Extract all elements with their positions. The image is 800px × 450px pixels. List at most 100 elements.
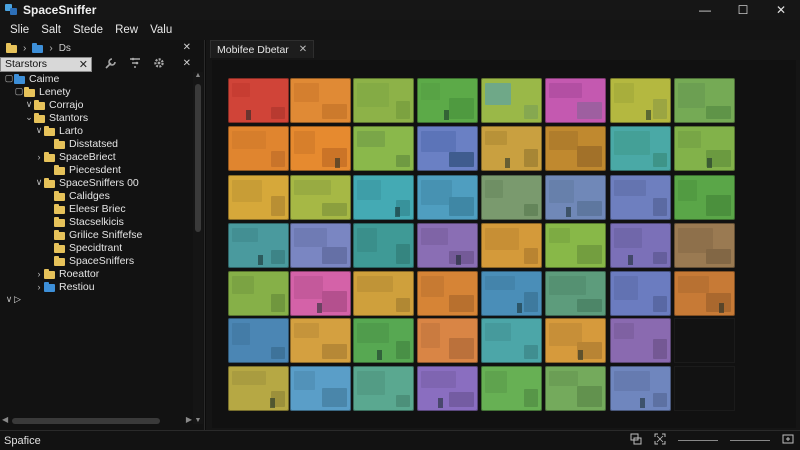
treemap-tile[interactable]	[417, 223, 478, 268]
treemap-subtile[interactable]	[444, 110, 449, 120]
treemap-tile[interactable]	[417, 366, 478, 411]
treemap-subtile[interactable]	[232, 323, 250, 345]
treemap-subtile[interactable]	[246, 110, 251, 120]
expand-toggle-icon[interactable]: ∨	[24, 99, 34, 110]
treemap-subtile[interactable]	[322, 104, 347, 119]
drive-icon[interactable]	[32, 43, 44, 53]
treemap-subtile[interactable]	[524, 389, 538, 407]
treemap-canvas[interactable]	[212, 60, 796, 428]
treemap-tile[interactable]	[674, 78, 735, 123]
maximize-button[interactable]: ☐	[724, 0, 762, 20]
treemap-subtile[interactable]	[357, 276, 393, 292]
treemap-subtile[interactable]	[549, 83, 582, 98]
treemap-tile[interactable]	[545, 223, 606, 268]
treemap-subtile[interactable]	[517, 303, 522, 313]
treemap-tile[interactable]	[290, 126, 351, 171]
treemap-tile[interactable]	[353, 366, 414, 411]
treemap-subtile[interactable]	[421, 180, 452, 205]
resize-icon[interactable]	[782, 433, 794, 448]
treemap-subtile[interactable]	[294, 323, 319, 338]
tree-item[interactable]: Specidtrant	[0, 241, 192, 254]
treemap-subtile[interactable]	[549, 180, 574, 203]
treemap-subtile[interactable]	[485, 371, 507, 393]
treemap-tile[interactable]	[228, 366, 289, 411]
treemap-tile[interactable]	[353, 175, 414, 220]
treemap-subtile[interactable]	[357, 83, 389, 107]
treemap-subtile[interactable]	[549, 228, 570, 243]
treemap-tile[interactable]	[353, 271, 414, 316]
treemap-subtile[interactable]	[421, 228, 448, 245]
expand-toggle-icon[interactable]: ▢	[4, 73, 14, 84]
treemap-subtile[interactable]	[485, 276, 515, 290]
treemap-subtile[interactable]	[524, 204, 538, 216]
tree-item[interactable]: › Restiou	[0, 280, 192, 293]
scroll-left-icon[interactable]: ◀	[2, 415, 8, 424]
treemap-tile[interactable]	[290, 223, 351, 268]
menu-item-rew[interactable]: Rew	[109, 24, 144, 36]
treemap-subtile[interactable]	[335, 158, 340, 168]
treemap-tile[interactable]	[481, 366, 542, 411]
treemap-subtile[interactable]	[421, 323, 440, 348]
treemap-subtile[interactable]	[678, 276, 709, 293]
tree-item[interactable]: ▢ Caime	[0, 72, 192, 85]
scroll-thumb[interactable]	[195, 84, 201, 232]
treemap-subtile[interactable]	[653, 99, 667, 119]
treemap-subtile[interactable]	[357, 228, 377, 252]
panel-close-icon[interactable]: ✕	[183, 42, 191, 53]
tree-vertical-scrollbar[interactable]: ▲ ▼	[193, 72, 203, 424]
treemap-subtile[interactable]	[294, 228, 327, 247]
menu-item-valu[interactable]: Valu	[144, 24, 178, 36]
treemap-subtile[interactable]	[357, 131, 385, 147]
treemap-subtile[interactable]	[614, 276, 638, 300]
tree-item[interactable]: Grilice Sniffefse	[0, 228, 192, 241]
treemap-subtile[interactable]	[524, 248, 538, 264]
treemap-tile[interactable]	[481, 271, 542, 316]
treemap-subtile[interactable]	[322, 247, 347, 264]
tab-view[interactable]: Mobifee Dbetar ✕	[210, 40, 315, 58]
tree-item[interactable]: ⌄ Stantors	[0, 111, 192, 124]
treemap-tile[interactable]	[674, 271, 735, 316]
tree-item[interactable]: Calidges	[0, 189, 192, 202]
treemap-tile[interactable]	[610, 318, 671, 363]
treemap-subtile[interactable]	[614, 131, 650, 155]
treemap-subtile[interactable]	[485, 131, 507, 145]
minimize-button[interactable]: —	[686, 0, 724, 20]
treemap-tile[interactable]	[481, 78, 542, 123]
treemap-tile[interactable]	[353, 78, 414, 123]
treemap-subtile[interactable]	[232, 371, 266, 385]
menu-item-stede[interactable]: Stede	[67, 24, 109, 36]
expand-toggle-icon[interactable]: ⌄	[24, 112, 34, 123]
treemap-subtile[interactable]	[449, 338, 474, 359]
treemap-subtile[interactable]	[614, 228, 642, 248]
treemap-subtile[interactable]	[577, 299, 602, 312]
tree-item[interactable]: Disstatsed	[0, 137, 192, 150]
treemap-subtile[interactable]	[322, 388, 347, 407]
tree-item[interactable]: › SpaceBriect	[0, 150, 192, 163]
expand-toggle-icon[interactable]: ›	[34, 269, 44, 279]
treemap-subtile[interactable]	[653, 252, 667, 264]
treemap-subtile[interactable]	[577, 245, 602, 264]
treemap-subtile[interactable]	[396, 155, 410, 167]
zoom-slider[interactable]	[730, 440, 770, 441]
treemap-subtile[interactable]	[322, 291, 347, 312]
treemap-subtile[interactable]	[449, 152, 474, 167]
tree-item[interactable]: ∨ SpaceSniffers 00	[0, 176, 192, 189]
chevron-right-icon[interactable]: ›	[23, 43, 26, 54]
treemap-subtile[interactable]	[395, 207, 400, 217]
treemap-subtile[interactable]	[456, 255, 461, 265]
tree-item[interactable]: › Roeattor	[0, 267, 192, 280]
treemap-subtile[interactable]	[614, 371, 650, 391]
treemap-subtile[interactable]	[628, 255, 633, 265]
tree-item[interactable]: ∨ ▷	[0, 293, 192, 306]
tree-item[interactable]: Stacselkicis	[0, 215, 192, 228]
treemap-subtile[interactable]	[614, 83, 634, 103]
tree-item[interactable]: Piecesdent	[0, 163, 192, 176]
treemap-tile[interactable]	[417, 175, 478, 220]
treemap-tile[interactable]	[290, 271, 351, 316]
folder-icon[interactable]	[6, 43, 17, 53]
treemap-tile[interactable]	[481, 318, 542, 363]
treemap-tile[interactable]	[481, 175, 542, 220]
treemap-subtile[interactable]	[421, 371, 456, 388]
treemap-subtile[interactable]	[577, 386, 602, 407]
treemap-subtile[interactable]	[232, 131, 266, 149]
